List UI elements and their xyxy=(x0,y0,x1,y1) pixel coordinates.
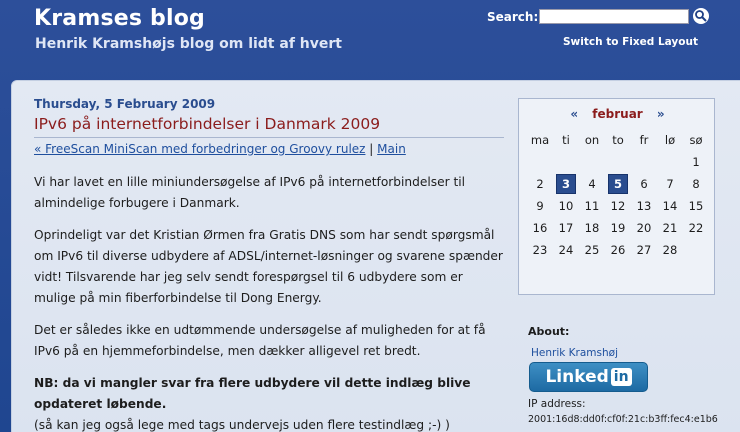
calendar-day: 28 xyxy=(662,243,678,257)
calendar-day-name: lø xyxy=(664,133,676,147)
calendar-prev-month[interactable]: « xyxy=(570,107,578,121)
calendar-day: 7 xyxy=(666,177,674,191)
post-date: Thursday, 5 February 2009 xyxy=(34,97,216,111)
post-last-line: (så kan jeg også lege med tags undervejs… xyxy=(34,418,450,432)
calendar-day: 15 xyxy=(688,199,704,213)
calendar-day: 27 xyxy=(636,243,652,257)
calendar-day[interactable]: 3 xyxy=(556,174,576,194)
calendar-empty-cell xyxy=(579,151,605,173)
author-link[interactable]: Henrik Kramshøj xyxy=(531,347,618,359)
calendar-day-name: fr xyxy=(639,133,649,147)
calendar-day: 21 xyxy=(662,221,678,235)
calendar-day: 20 xyxy=(636,221,652,235)
ip-address-label: IP address: xyxy=(528,398,586,410)
calendar-day: 8 xyxy=(692,177,700,191)
calendar-day: 9 xyxy=(536,199,544,213)
calendar-day-name: sø xyxy=(689,133,703,147)
post-title[interactable]: IPv6 på internetforbindelser i Danmark 2… xyxy=(34,115,380,133)
linkedin-badge[interactable]: Linked in xyxy=(529,362,648,392)
post-paragraph: Oprindeligt var det Kristian Ørmen fra G… xyxy=(34,228,503,305)
calendar-day: 16 xyxy=(532,221,548,235)
calendar-day: 6 xyxy=(640,177,648,191)
calendar-day-name: to xyxy=(612,133,624,147)
post-body: Vi har lavet en lille miniundersøgelse a… xyxy=(34,172,504,432)
calendar-day: 25 xyxy=(584,243,600,257)
switch-layout-link[interactable]: Switch to Fixed Layout xyxy=(563,36,698,48)
calendar-day: 14 xyxy=(662,199,678,213)
search-icon xyxy=(695,10,707,22)
post-bold-note: NB: da vi mangler svar fra flere udbyder… xyxy=(34,376,471,411)
search-label: Search: xyxy=(487,10,539,24)
calendar-day: 17 xyxy=(558,221,574,235)
calendar-day: 19 xyxy=(610,221,626,235)
ip-address-value: 2001:16d8:dd0f:cf0f:21c:b3ff:fec4:e1b6 xyxy=(528,414,718,425)
post-paragraph: Det er således ikke en udtømmende unders… xyxy=(34,323,486,358)
calendar-day-name: ma xyxy=(530,133,550,147)
calendar-day: 11 xyxy=(584,199,600,213)
calendar-month: februar xyxy=(592,107,643,121)
calendar-day: 22 xyxy=(688,221,704,235)
about-label: About: xyxy=(528,325,570,338)
calendar-next-month[interactable]: » xyxy=(657,107,665,121)
calendar-day: 26 xyxy=(610,243,626,257)
blog-header: Kramses blog Henrik Kramshøjs blog om li… xyxy=(0,0,740,80)
calendar-day: 23 xyxy=(532,243,548,257)
post-paragraph: Vi har lavet en lille miniundersøgelse a… xyxy=(34,175,466,210)
calendar-day: 4 xyxy=(588,177,596,191)
blog-subtitle: Henrik Kramshøjs blog om lidt af hvert xyxy=(35,36,342,52)
linkedin-text: Linked xyxy=(545,367,609,387)
calendar-empty-cell xyxy=(553,151,579,173)
calendar-day: 10 xyxy=(558,199,574,213)
calendar-day: 1 xyxy=(692,155,700,169)
calendar-header: « februar » xyxy=(519,107,716,121)
calendar-empty-cell xyxy=(527,151,553,173)
calendar-day: 2 xyxy=(536,177,544,191)
calendar-day-name: ti xyxy=(562,133,570,147)
calendar-day: 18 xyxy=(584,221,600,235)
post-divider xyxy=(34,137,504,138)
blog-title[interactable]: Kramses blog xyxy=(34,6,205,31)
calendar-day: 13 xyxy=(636,199,652,213)
calendar-widget: « februar » ma ti on to fr lø sø 1 2 3 4 5 6 7 8 9 10 11 1… xyxy=(518,98,715,295)
calendar-day: 24 xyxy=(558,243,574,257)
calendar-day-name: on xyxy=(584,133,600,147)
calendar-day: 12 xyxy=(610,199,626,213)
nav-separator: | xyxy=(369,142,374,156)
calendar-empty-cell xyxy=(657,151,683,173)
search-input[interactable] xyxy=(539,9,689,24)
calendar-empty-cell xyxy=(631,151,657,173)
main-link[interactable]: Main xyxy=(377,142,406,156)
calendar-empty-cell xyxy=(683,239,709,261)
previous-post-link[interactable]: « FreeScan MiniScan med forbedringer og … xyxy=(34,142,365,156)
calendar-empty-cell xyxy=(605,151,631,173)
linkedin-in-logo: in xyxy=(610,368,632,386)
calendar-grid: ma ti on to fr lø sø 1 2 3 4 5 6 7 8 9 10 11 12 13 14 15 16 17 1… xyxy=(527,129,709,261)
search-button[interactable] xyxy=(693,8,709,24)
calendar-day[interactable]: 5 xyxy=(608,174,628,194)
post-navigation: « FreeScan MiniScan med forbedringer og … xyxy=(34,142,406,156)
